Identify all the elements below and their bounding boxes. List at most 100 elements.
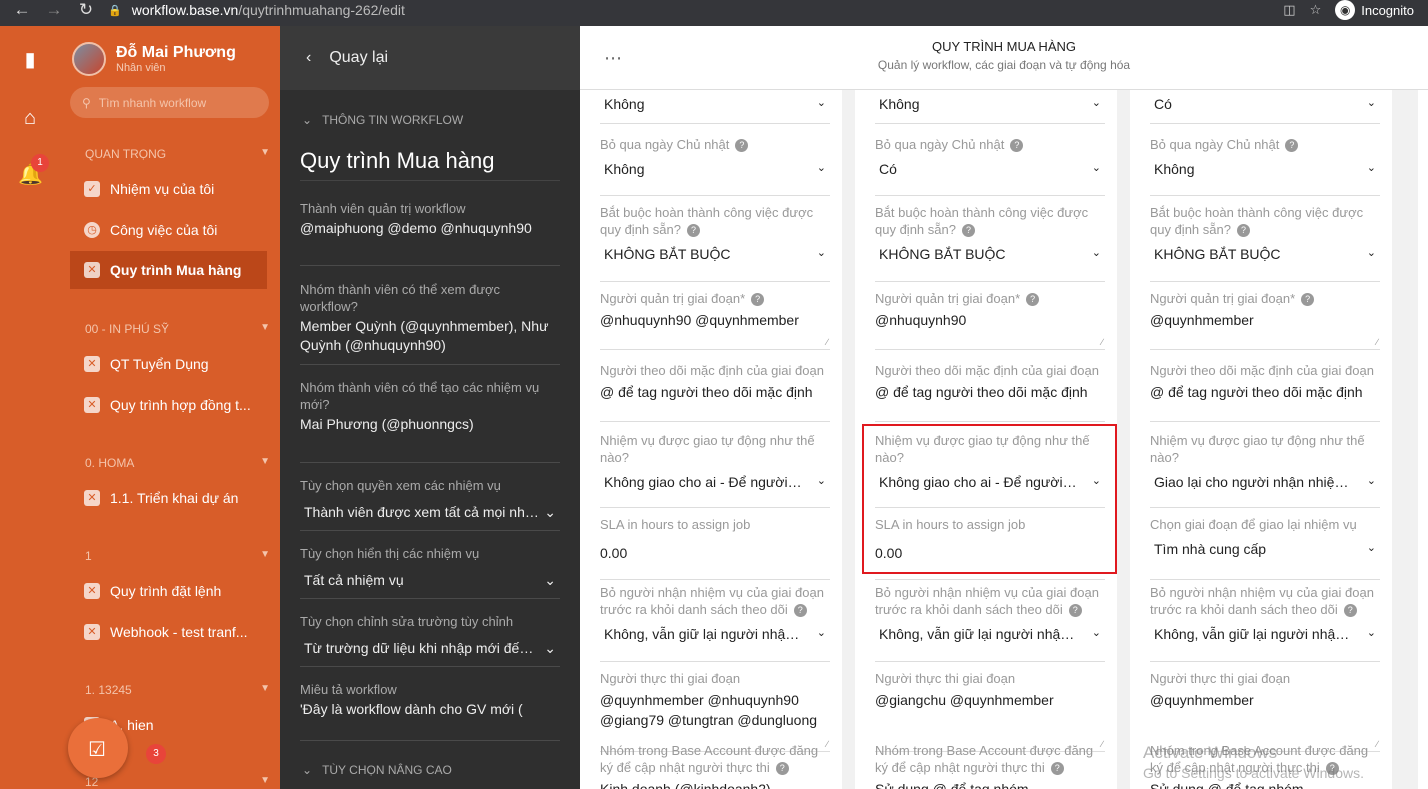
sidebar-section-homa[interactable]: 0. HOMA ▼ — [85, 456, 270, 470]
skip-sunday-select[interactable]: Bỏ qua ngày Chủ nhật? Có ⌄ — [875, 136, 1105, 196]
sla-input[interactable]: SLA in hours to assign job 0.00 — [600, 516, 830, 580]
base-group-field[interactable]: Nhóm trong Base Account được đăng ký để … — [600, 742, 830, 789]
auto-assign-select[interactable]: Nhiệm vụ được giao tự động như thế nào? K… — [600, 432, 830, 508]
auto-assign-select[interactable]: Nhiệm vụ được giao tự động như thế nào? K… — [875, 432, 1105, 508]
required-done-select[interactable]: Bắt buộc hoàn thành công việc được quy đ… — [1150, 204, 1380, 282]
auto-assign-select[interactable]: Nhiệm vụ được giao tự động như thế nào? G… — [1150, 432, 1380, 508]
sidebar-item-label: Nhiệm vụ của tôi — [110, 181, 215, 197]
stage-column: Không ⌄ Bỏ qua ngày Chủ nhật? Không ⌄ Bắt buộ… — [580, 90, 842, 789]
sidebar-item-recruitment[interactable]: ✕ QT Tuyển Dụng — [70, 345, 267, 383]
help-icon[interactable]: ? — [1026, 293, 1040, 307]
sidebar-item-project[interactable]: ✕ 1.1. Triển khai dự án — [70, 479, 267, 517]
reload-icon[interactable]: ↻ — [74, 0, 98, 20]
incognito-indicator[interactable]: ◉ Incognito — [1335, 0, 1414, 20]
more-options-icon[interactable]: ⋯ — [604, 48, 622, 69]
help-icon[interactable]: ? — [793, 604, 807, 618]
avatar — [72, 42, 106, 76]
help-icon[interactable]: ? — [1301, 293, 1315, 307]
default-followers-field[interactable]: Người theo dõi mặc định của giai đoạn @ đ… — [600, 362, 830, 422]
forward-arrow-icon[interactable]: → — [42, 0, 66, 20]
field-label: Người thực thi giai đoạn — [600, 671, 741, 686]
field-label: Bỏ người nhận nhiệm vụ của giai đoạn trư… — [875, 585, 1099, 617]
executor-field[interactable]: Người thực thi giai đoạn @giangchu @quynh… — [875, 670, 1105, 752]
display-option-select[interactable]: Tùy chọn hiển thị các nhiệm vụ Tất cả nhi… — [300, 545, 560, 599]
viewers-field[interactable]: Nhóm thành viên có thể xem được workflow… — [300, 281, 560, 365]
stage-admin-field[interactable]: Người quản trị giai đoạn*? @nhuquynh90 ∕ — [875, 290, 1105, 350]
help-icon[interactable]: ? — [775, 762, 789, 776]
top-select[interactable]: Không ⌄ — [875, 90, 1105, 124]
incognito-label: Incognito — [1361, 2, 1414, 18]
stage-admin-field[interactable]: Người quản trị giai đoạn*? @quynhmember ∕ — [1150, 290, 1380, 350]
chevron-down-icon: ⌄ — [816, 247, 826, 259]
executor-field[interactable]: Người thực thi giai đoạn @quynhmember @nh… — [600, 670, 830, 752]
help-icon[interactable]: ? — [735, 139, 749, 153]
sidebar-item-webhook[interactable]: ✕ Webhook - test tranf... — [70, 613, 267, 651]
required-done-select[interactable]: Bắt buộc hoàn thành công việc được quy đ… — [875, 204, 1105, 282]
admins-field[interactable]: Thành viên quản trị workflow @maiphuong @… — [300, 200, 560, 266]
section-workflow-info[interactable]: ⌄ THÔNG TIN WORKFLOW — [302, 113, 463, 127]
sidebar-item-purchase-workflow[interactable]: ✕ Quy trình Mua hàng — [70, 251, 267, 289]
help-icon[interactable]: ? — [1010, 139, 1024, 153]
base-group-field[interactable]: Nhóm trong Base Account được đăng ký để … — [875, 742, 1105, 789]
star-icon[interactable]: ☆ — [1310, 2, 1322, 18]
remove-receiver-select[interactable]: Bỏ người nhận nhiệm vụ của giai đoạn trư… — [1150, 584, 1380, 662]
section-advanced-options[interactable]: ⌄ TÙY CHỌN NÂNG CAO — [302, 763, 452, 777]
chevron-down-icon: ⌄ — [544, 640, 556, 656]
remove-receiver-select[interactable]: Bỏ người nhận nhiệm vụ của giai đoạn trư… — [600, 584, 830, 662]
sla-input[interactable]: SLA in hours to assign job 0.00 — [875, 516, 1105, 580]
task-fab-button[interactable]: ☑ — [68, 718, 128, 778]
select-value: Không — [604, 96, 645, 112]
top-select[interactable]: Có ⌄ — [1150, 90, 1380, 124]
help-icon[interactable]: ? — [1285, 139, 1299, 153]
help-icon[interactable]: ? — [751, 293, 765, 307]
notification-badge: 1 — [31, 154, 49, 172]
resize-handle-icon[interactable]: ∕ — [826, 337, 828, 347]
workflow-title[interactable]: Quy trình Mua hàng — [300, 148, 560, 181]
sidebar-section-13245[interactable]: 1. 13245 ▼ — [85, 683, 270, 697]
remove-receiver-select[interactable]: Bỏ người nhận nhiệm vụ của giai đoạn trư… — [875, 584, 1105, 662]
top-select[interactable]: Không ⌄ — [600, 90, 830, 124]
reassign-stage-select[interactable]: Chọn giai đoạn để giao lại nhiệm vụ Tìm n… — [1150, 516, 1380, 580]
help-icon[interactable]: ? — [1343, 604, 1357, 618]
sidebar-section-quan-trong[interactable]: QUAN TRỌNG ▼ — [85, 147, 270, 161]
edit-option-select[interactable]: Tùy chọn chỉnh sửa trường tùy chỉnh Từ tr… — [300, 613, 560, 667]
sidebar-item-order[interactable]: ✕ Quy trình đặt lệnh — [70, 572, 267, 610]
select-value: Tất cả nhiệm vụ — [304, 572, 404, 588]
help-icon[interactable]: ? — [1236, 224, 1250, 238]
translate-icon[interactable]: ◫ — [1283, 2, 1295, 18]
fab-badge: 3 — [146, 744, 166, 764]
sidebar-item-my-jobs[interactable]: ◷ Công việc của tôi — [70, 211, 267, 249]
back-arrow-icon[interactable]: ← — [10, 0, 34, 20]
field-value: Mai Phương (@phuonngcs) — [300, 416, 474, 432]
caret-down-icon: ▼ — [260, 147, 270, 158]
help-icon[interactable]: ? — [686, 224, 700, 238]
field-label: Tùy chọn quyền xem các nhiệm vụ — [300, 478, 501, 493]
description-field[interactable]: Miêu tả workflow 'Đây là workflow dành ch… — [300, 681, 560, 741]
app-logo-icon[interactable]: ▮ — [18, 48, 42, 72]
sidebar: Đỗ Mai Phương Nhân viên ⚲ Tìm nhanh workfl… — [60, 26, 280, 789]
user-profile[interactable]: Đỗ Mai Phương Nhân viên — [72, 42, 236, 76]
sidebar-section-12[interactable]: 12 ▼ — [85, 775, 270, 789]
required-done-select[interactable]: Bắt buộc hoàn thành công việc được quy đ… — [600, 204, 830, 282]
help-icon[interactable]: ? — [961, 224, 975, 238]
help-icon[interactable]: ? — [1050, 762, 1064, 776]
sidebar-section-1[interactable]: 1 ▼ — [85, 549, 270, 563]
stage-admin-field[interactable]: Người quản trị giai đoạn*? @nhuquynh90 @q… — [600, 290, 830, 350]
resize-handle-icon[interactable]: ∕ — [1376, 337, 1378, 347]
address-bar[interactable]: 🔒 workflow.base.vn/quytrinhmuahang-262/e… — [108, 0, 405, 20]
executor-field[interactable]: Người thực thi giai đoạn @quynhmember ∕ — [1150, 670, 1380, 752]
sidebar-section-in-phu-sy[interactable]: 00 - IN PHÚ SỸ ▼ — [85, 322, 270, 336]
skip-sunday-select[interactable]: Bỏ qua ngày Chủ nhật? Không ⌄ — [600, 136, 830, 196]
search-input[interactable]: ⚲ Tìm nhanh workflow — [70, 87, 269, 118]
view-permission-select[interactable]: Tùy chọn quyền xem các nhiệm vụ Thành viê… — [300, 477, 560, 531]
home-icon[interactable]: ⌂ — [18, 106, 42, 130]
default-followers-field[interactable]: Người theo dõi mặc định của giai đoạn @ đ… — [875, 362, 1105, 422]
sidebar-item-contract[interactable]: ✕ Quy trình hợp đồng t... — [70, 386, 267, 424]
resize-handle-icon[interactable]: ∕ — [1101, 337, 1103, 347]
back-button[interactable]: ‹ Quay lại — [280, 26, 580, 90]
help-icon[interactable]: ? — [1068, 604, 1082, 618]
sidebar-item-my-tasks[interactable]: ✓ Nhiệm vụ của tôi — [70, 170, 267, 208]
creators-field[interactable]: Nhóm thành viên có thể tạo các nhiệm vụ … — [300, 379, 560, 463]
default-followers-field[interactable]: Người theo dõi mặc định của giai đoạn @ đ… — [1150, 362, 1380, 422]
skip-sunday-select[interactable]: Bỏ qua ngày Chủ nhật? Không ⌄ — [1150, 136, 1380, 196]
